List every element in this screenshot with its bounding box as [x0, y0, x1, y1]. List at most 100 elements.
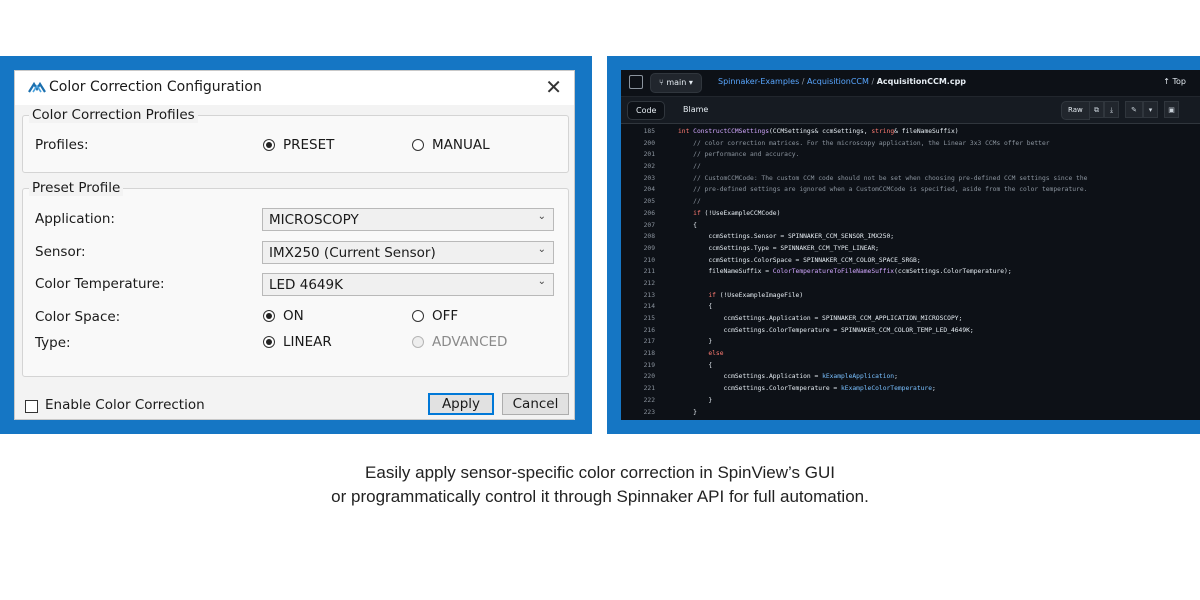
color-temperature-dropdown[interactable]: LED 4649K ⌄: [262, 273, 554, 296]
line-number[interactable]: 204: [621, 184, 655, 196]
code-line: 214 {: [621, 301, 1200, 313]
code-line: 212: [621, 278, 1200, 290]
caption-line-2: or programmatically control it through S…: [331, 487, 869, 506]
chevron-down-icon[interactable]: ▾: [1143, 101, 1158, 118]
enable-color-correction-label[interactable]: Enable Color Correction: [45, 397, 205, 413]
dialog-title-bar: Color Correction Configuration ✕: [15, 71, 574, 105]
code-text: fileNameSuffix = ColorTemperatureToFileN…: [678, 268, 1012, 276]
file-header: ⑂ main ▾ Spinnaker-Examples / Acquisitio…: [621, 70, 1200, 97]
line-number[interactable]: 217: [621, 336, 655, 348]
code-text: {: [678, 303, 713, 311]
apply-button[interactable]: Apply: [428, 393, 494, 415]
branch-selector[interactable]: ⑂ main ▾: [650, 73, 702, 93]
profile-manual-radio[interactable]: MANUAL: [412, 137, 490, 153]
radio-selected-indicator: [263, 139, 275, 151]
close-icon[interactable]: ✕: [545, 75, 562, 99]
code-line: 221 ccmSettings.ColorTemperature = kExam…: [621, 383, 1200, 395]
gui-screenshot-frame: Color Correction Configuration ✕ Color C…: [0, 56, 592, 434]
line-number[interactable]: 223: [621, 407, 655, 419]
code-text: ccmSettings.ColorTemperature = SPINNAKER…: [678, 326, 974, 334]
application-dropdown[interactable]: MICROSCOPY ⌄: [262, 208, 554, 231]
code-line: 216 ccmSettings.ColorTemperature = SPINN…: [621, 325, 1200, 337]
code-text: if (!UseExampleCCMCode): [693, 209, 781, 217]
line-number[interactable]: 200: [621, 138, 655, 150]
code-text: ccmSettings.Application = kExampleApplic…: [678, 373, 898, 381]
color-space-off-radio[interactable]: OFF: [412, 308, 458, 324]
caption-line-1: Easily apply sensor-specific color corre…: [365, 463, 835, 482]
radio-selected-indicator: [263, 310, 275, 322]
type-linear-radio[interactable]: LINEAR: [263, 334, 332, 350]
code-text: {: [678, 361, 713, 369]
line-number[interactable]: 220: [621, 371, 655, 383]
code-line: 208 ccmSettings.Sensor = SPINNAKER_CCM_S…: [621, 231, 1200, 243]
symbols-panel-icon[interactable]: ▣: [1164, 101, 1179, 118]
radio-indicator: [412, 336, 424, 348]
code-line: 217 }: [621, 336, 1200, 348]
enable-color-correction-checkbox[interactable]: [25, 400, 38, 413]
line-number[interactable]: 203: [621, 173, 655, 185]
preset-profile-group-title: Preset Profile: [29, 180, 124, 196]
code-text: ccmSettings.ColorTemperature = kExampleC…: [678, 385, 936, 393]
code-line: 185 int ConstructCCMSettings(CCMSettings&…: [621, 126, 1200, 138]
profile-preset-radio[interactable]: PRESET: [263, 137, 334, 153]
line-number[interactable]: 208: [621, 231, 655, 243]
code-text: ccmSettings.Type = SPINNAKER_CCM_TYPE_LI…: [678, 244, 879, 252]
code-text: // pre-defined settings are ignored when…: [678, 186, 1088, 194]
code-line: 223 }: [621, 407, 1200, 419]
spinview-logo-icon: [28, 81, 46, 93]
raw-button[interactable]: Raw: [1061, 101, 1090, 120]
line-number[interactable]: 219: [621, 360, 655, 372]
line-number[interactable]: 209: [621, 243, 655, 255]
copy-icon[interactable]: ⧉: [1089, 101, 1104, 118]
line-number[interactable]: 216: [621, 325, 655, 337]
code-line: 205 //: [621, 196, 1200, 208]
line-number[interactable]: 222: [621, 395, 655, 407]
color-space-on-radio[interactable]: ON: [263, 308, 304, 324]
code-line: 220 ccmSettings.Application = kExampleAp…: [621, 371, 1200, 383]
profiles-label: Profiles:: [35, 137, 89, 153]
code-text: }: [678, 408, 697, 416]
line-number[interactable]: 205: [621, 196, 655, 208]
code-text: if (!UseExampleImageFile): [708, 291, 804, 299]
profiles-group-title: Color Correction Profiles: [29, 107, 198, 123]
dialog-title: Color Correction Configuration: [49, 79, 262, 95]
breadcrumb-folder-link[interactable]: AcquisitionCCM: [807, 77, 869, 86]
code-line: 200 // color correction matrices. For th…: [621, 138, 1200, 150]
line-number[interactable]: 207: [621, 220, 655, 232]
line-number[interactable]: 214: [621, 301, 655, 313]
breadcrumb-repo-link[interactable]: Spinnaker-Examples: [718, 77, 799, 86]
code-line: 201 // performance and accuracy.: [621, 149, 1200, 161]
line-number[interactable]: 211: [621, 266, 655, 278]
code-line: 211 fileNameSuffix = ColorTemperatureToF…: [621, 266, 1200, 278]
edit-icon[interactable]: ✎: [1125, 101, 1143, 118]
code-text: {: [678, 221, 697, 229]
chevron-down-icon: ⌄: [537, 244, 546, 255]
code-line: 213 if (!UseExampleImageFile): [621, 290, 1200, 302]
tab-code[interactable]: Code: [627, 101, 666, 120]
code-line: 215 ccmSettings.Application = SPINNAKER_…: [621, 313, 1200, 325]
code-text: //: [678, 198, 701, 206]
line-number[interactable]: 212: [621, 278, 655, 290]
line-number[interactable]: 213: [621, 290, 655, 302]
tab-blame[interactable]: Blame: [677, 101, 714, 118]
line-number[interactable]: 185: [621, 126, 655, 138]
cancel-button[interactable]: Cancel: [502, 393, 569, 415]
caption: Easily apply sensor-specific color corre…: [0, 461, 1200, 509]
line-number[interactable]: 201: [621, 149, 655, 161]
sensor-dropdown[interactable]: IMX250 (Current Sensor) ⌄: [262, 241, 554, 264]
line-number[interactable]: 215: [621, 313, 655, 325]
line-number[interactable]: 218: [621, 348, 655, 360]
code-screenshot-frame: ⑂ main ▾ Spinnaker-Examples / Acquisitio…: [607, 56, 1200, 434]
line-number[interactable]: 206: [621, 208, 655, 220]
top-button[interactable]: ↑ Top: [1163, 77, 1186, 86]
file-tree-icon[interactable]: [629, 75, 643, 89]
chevron-down-icon: ⌄: [537, 276, 546, 287]
type-advanced-radio: ADVANCED: [412, 334, 507, 350]
line-number[interactable]: 202: [621, 161, 655, 173]
download-icon[interactable]: ⤓: [1104, 101, 1119, 118]
line-number[interactable]: 210: [621, 255, 655, 267]
code-text: //: [678, 163, 701, 171]
code-line: 219 {: [621, 360, 1200, 372]
type-label: Type:: [35, 335, 71, 351]
line-number[interactable]: 221: [621, 383, 655, 395]
